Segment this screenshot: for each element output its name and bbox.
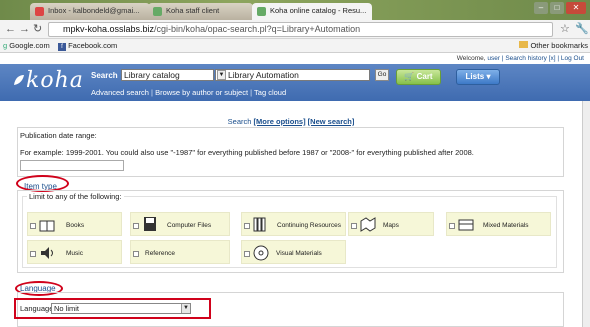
gmail-icon xyxy=(35,7,44,16)
limit-legend: Limit to any of the following: xyxy=(27,192,124,201)
reload-icon[interactable]: ↻ xyxy=(33,23,42,35)
bookmark-facebook[interactable]: f Facebook.com xyxy=(58,39,117,52)
pub-date-example: For example: 1999-2001. You could also u… xyxy=(20,148,474,157)
browser-tab-bar: Inbox - kalbondeld@gmai... Koha staff cl… xyxy=(0,0,590,20)
pub-date-label: Publication date range: xyxy=(20,131,97,140)
search-label: Search xyxy=(91,71,118,80)
checkbox[interactable] xyxy=(244,251,250,257)
tab-staff-client[interactable]: Koha staff client xyxy=(148,3,253,20)
item-type-books[interactable]: Books xyxy=(27,212,122,236)
checkbox[interactable] xyxy=(30,251,36,257)
other-bookmarks[interactable]: Other bookmarks xyxy=(519,39,588,52)
google-icon: g xyxy=(3,41,8,50)
user-link[interactable]: user xyxy=(487,55,500,62)
book-icon xyxy=(39,220,55,232)
search-link[interactable]: Search xyxy=(228,117,252,126)
forward-icon[interactable]: → xyxy=(19,23,30,35)
wrench-icon[interactable]: 🔧 xyxy=(575,23,589,35)
checkbox[interactable] xyxy=(351,223,357,229)
scrollbar[interactable] xyxy=(582,101,590,327)
kit-icon xyxy=(458,219,474,231)
user-bar: Welcome, user | Search history [x] | Log… xyxy=(0,53,590,64)
facebook-icon: f xyxy=(58,43,66,51)
item-type-mixed-materials[interactable]: Mixed Materials xyxy=(446,212,551,236)
checkbox[interactable] xyxy=(30,223,36,229)
close-icon[interactable]: ✕ xyxy=(566,2,586,14)
koha-leaf-icon xyxy=(14,75,24,85)
cart-button[interactable]: 🛒 Cart xyxy=(396,69,441,85)
header-sublinks: Advanced search | Browse by author or su… xyxy=(91,88,287,97)
checkbox[interactable] xyxy=(133,223,139,229)
periodical-icon xyxy=(253,217,266,232)
item-type-music[interactable]: Music xyxy=(27,240,122,264)
search-links-row: Search [More options] [New search] xyxy=(0,117,582,126)
minimize-icon[interactable]: – xyxy=(534,2,548,14)
search-history-link[interactable]: Search history [x] xyxy=(505,55,555,62)
window-controls: – □ ✕ xyxy=(534,2,586,14)
advanced-search-link[interactable]: Advanced search xyxy=(91,88,149,97)
folder-icon xyxy=(519,41,529,48)
tag-cloud-link[interactable]: Tag cloud xyxy=(254,88,286,97)
item-type-continuing-resources[interactable]: Continuing Resources xyxy=(241,212,346,236)
item-type-reference[interactable]: Reference xyxy=(130,240,230,264)
koha-logo[interactable]: koha xyxy=(14,68,84,93)
bookmark-google[interactable]: g Google.com xyxy=(3,39,50,52)
koha-icon xyxy=(153,7,162,16)
address-bar-row: ← → ↻ mpkv-koha.osslabs.biz/cgi-bin/koha… xyxy=(0,20,590,39)
checkbox[interactable] xyxy=(244,223,250,229)
lists-button[interactable]: Lists ▾ xyxy=(456,69,500,85)
item-type-computer-files[interactable]: Computer Files xyxy=(130,212,230,236)
item-type-maps[interactable]: Maps xyxy=(348,212,434,236)
floppy-icon xyxy=(144,217,156,231)
star-icon[interactable]: ☆ xyxy=(560,23,570,35)
logout-link[interactable]: Log Out xyxy=(561,55,584,62)
chevron-down-icon: ▾ xyxy=(486,72,491,81)
cart-icon: 🛒 xyxy=(404,72,415,81)
bookmarks-bar: g Google.com f Facebook.com Other bookma… xyxy=(0,39,590,53)
tab-opac[interactable]: Koha online catalog - Resu... xyxy=(252,3,372,20)
search-query-input[interactable]: ▼ Library Automation xyxy=(215,69,370,81)
map-icon xyxy=(360,217,376,232)
annotation-rectangle xyxy=(14,298,211,319)
go-button[interactable]: Go xyxy=(375,69,389,81)
pub-date-input[interactable] xyxy=(20,160,124,171)
speaker-icon xyxy=(41,247,53,259)
maximize-icon[interactable]: □ xyxy=(550,2,564,14)
back-icon[interactable]: ← xyxy=(5,23,16,35)
checkbox[interactable] xyxy=(133,251,139,257)
item-type-visual-materials[interactable]: Visual Materials xyxy=(241,240,346,264)
more-options-link[interactable]: [More options] xyxy=(254,117,306,126)
opac-header: koha Search Library catalog ▼ Library Au… xyxy=(0,64,590,101)
new-search-link[interactable]: [New search] xyxy=(308,117,355,126)
tab-inbox[interactable]: Inbox - kalbondeld@gmai... xyxy=(30,3,150,20)
koha-icon xyxy=(257,7,266,16)
url-input[interactable]: mpkv-koha.osslabs.biz/cgi-bin/koha/opac-… xyxy=(48,22,553,37)
browse-link[interactable]: Browse by author or subject xyxy=(155,88,248,97)
dvd-icon xyxy=(253,245,269,261)
pub-date-section: Publication date range: For example: 199… xyxy=(17,127,564,177)
chevron-down-icon[interactable]: ▼ xyxy=(217,70,226,80)
catalog-select[interactable]: Library catalog xyxy=(121,69,214,81)
checkbox[interactable] xyxy=(449,223,455,229)
